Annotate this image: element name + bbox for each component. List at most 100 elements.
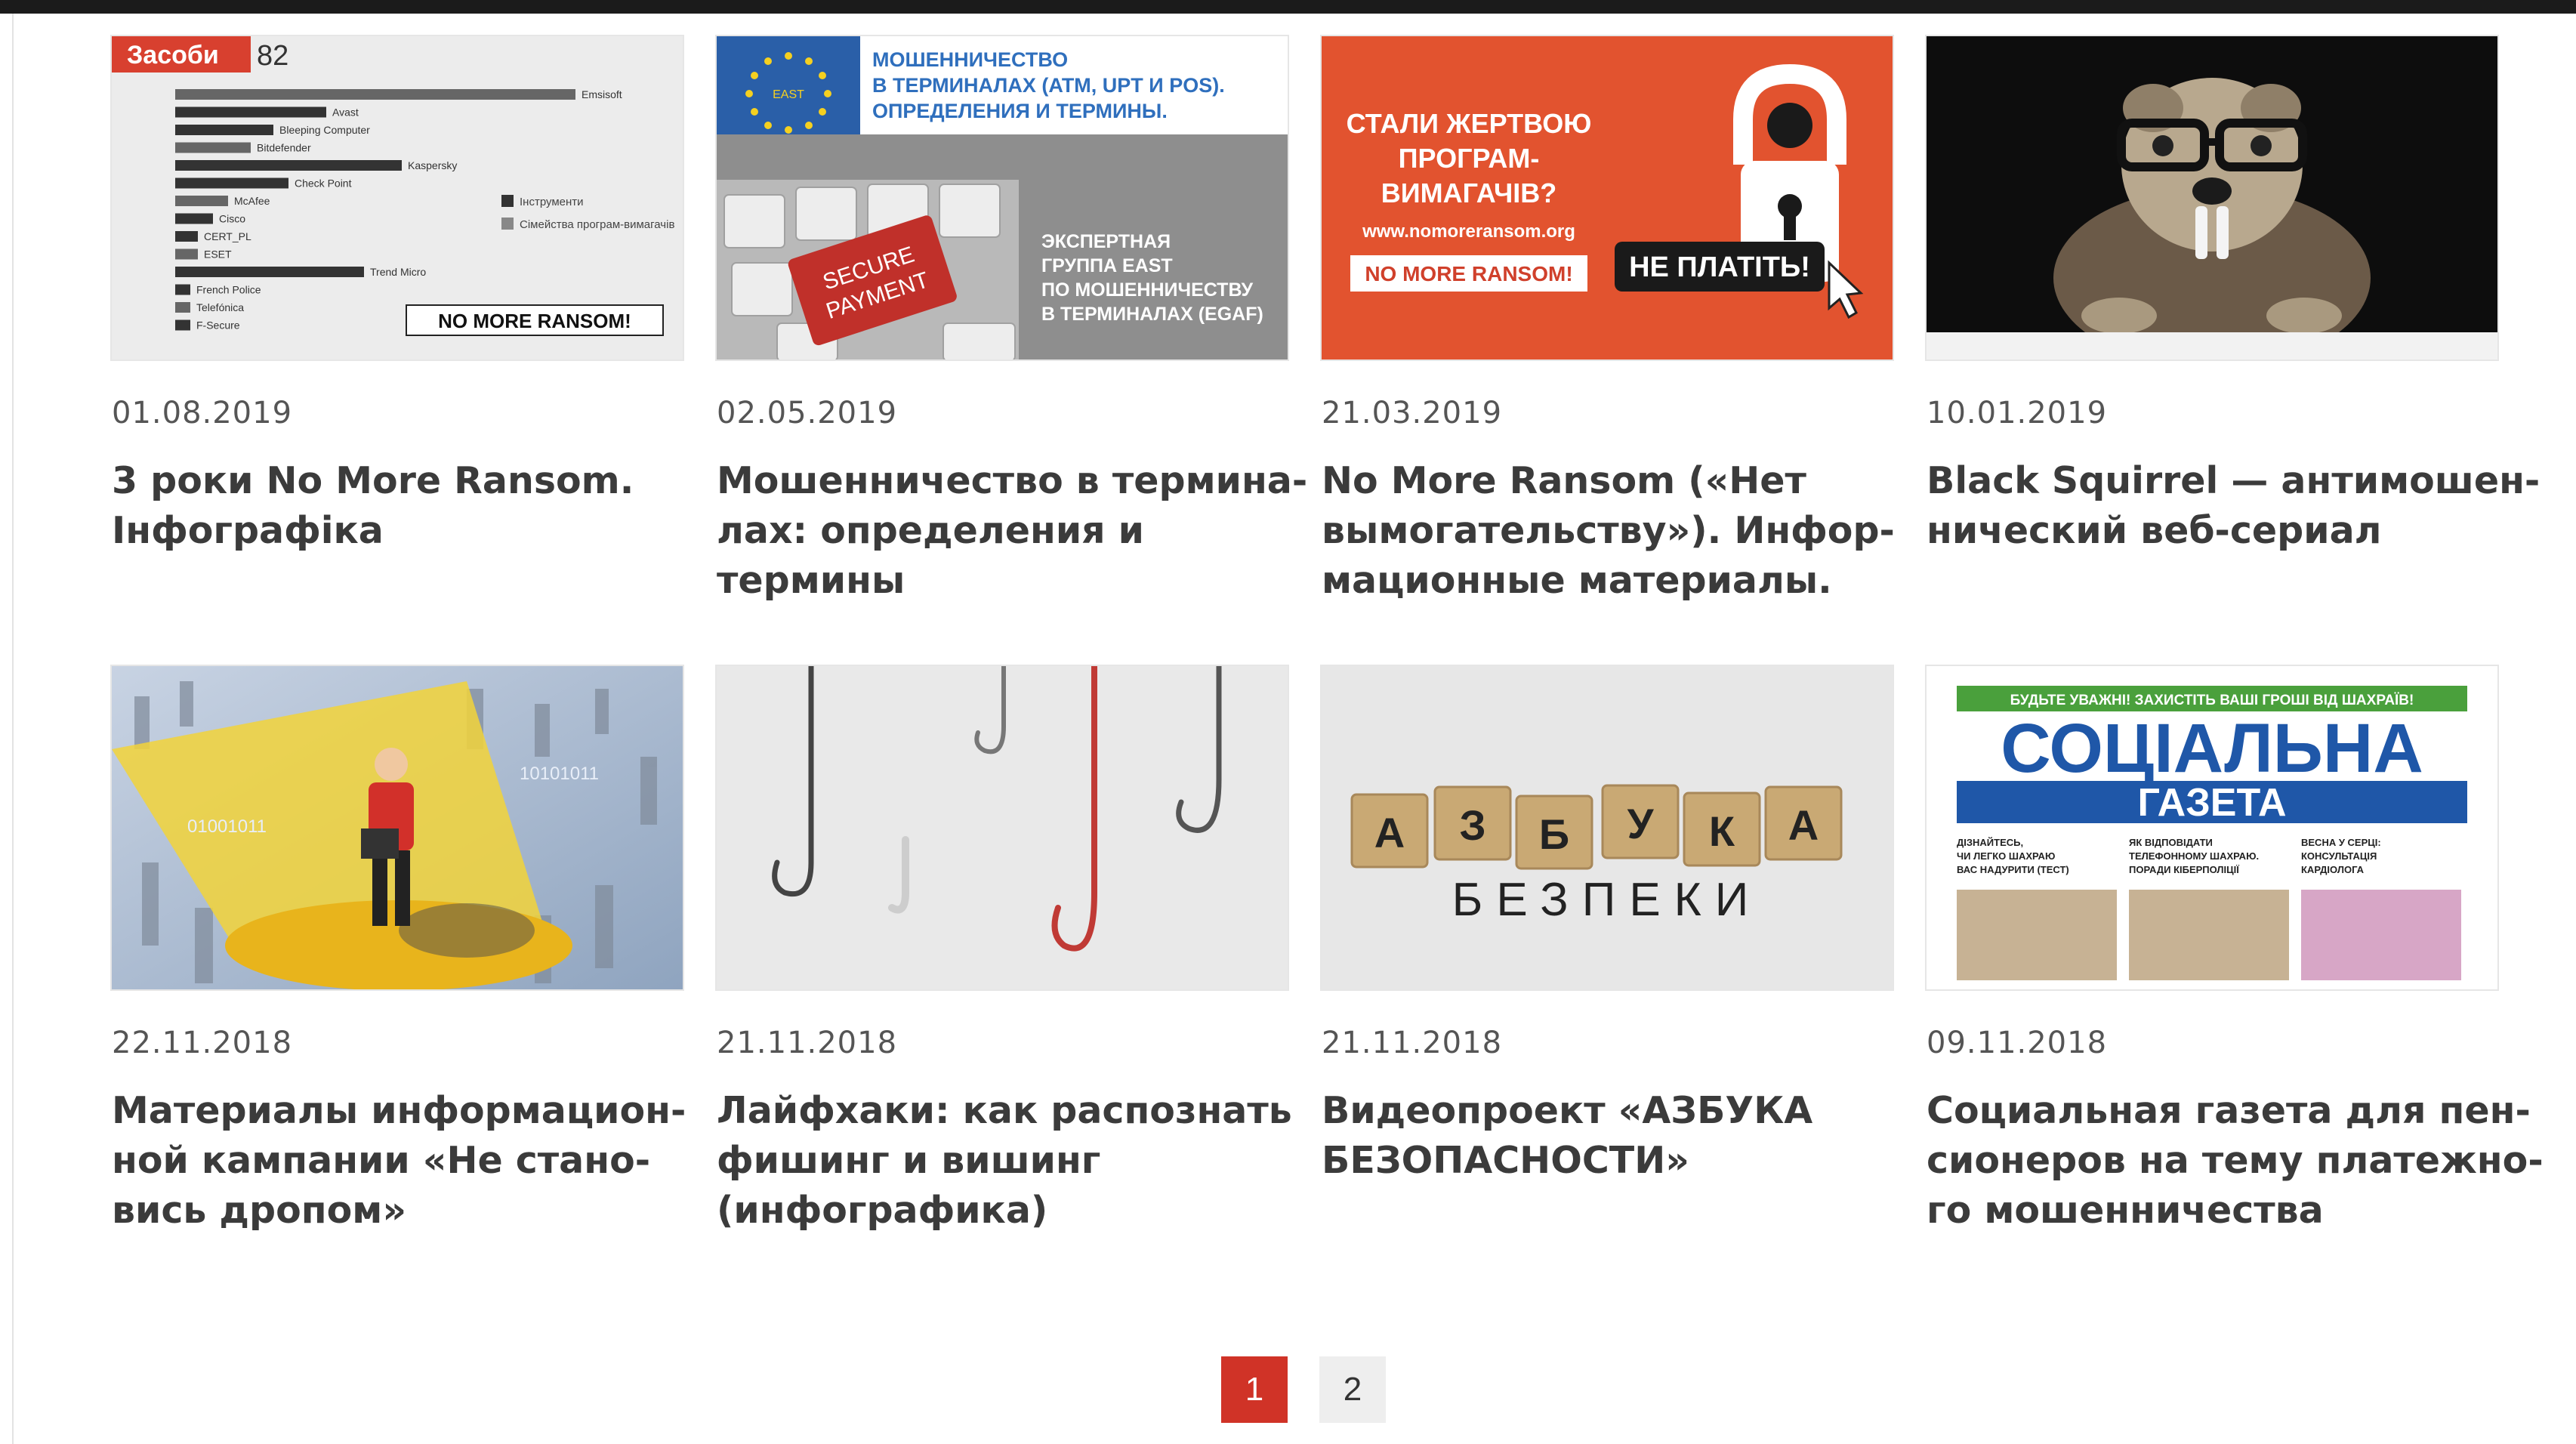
alphabet-block-letter: У <box>1627 800 1655 847</box>
svg-text:ГАЗЕТА: ГАЗЕТА <box>2137 781 2286 825</box>
card-thumbnail[interactable]: А З Б У К А БЕЗПЕКИ <box>1322 666 1893 989</box>
card-date: 21.11.2018 <box>717 1026 898 1060</box>
svg-text:ОПРЕДЕЛЕНИЯ И ТЕРМИНЫ.: ОПРЕДЕЛЕНИЯ И ТЕРМИНЫ. <box>872 100 1168 122</box>
no-more-ransom-logo: NO MORE RANSOM! <box>1365 262 1572 285</box>
page-2-button[interactable]: 2 <box>1319 1356 1386 1423</box>
card-date: 21.03.2019 <box>1322 396 1503 430</box>
card-date: 01.08.2019 <box>112 396 293 430</box>
svg-text:ГРУППА EAST: ГРУППА EAST <box>1041 255 1173 276</box>
infographic-row-label: French Police <box>196 284 261 296</box>
infographic-row-label: Check Point <box>295 177 352 190</box>
squirrel-puppet-image <box>1927 36 2497 359</box>
infographic-bar <box>175 142 251 153</box>
left-border <box>12 14 14 1444</box>
svg-text:Сімейства програм-вимагачів: Сімейства програм-вимагачів <box>520 218 674 231</box>
newspaper-column-text: ВАС НАДУРИТИ (ТЕСТ) <box>1957 864 2069 875</box>
infographic-bar <box>175 267 364 277</box>
infographic-row-label: CERT_PL <box>204 230 251 242</box>
newspaper-photo <box>2129 890 2289 980</box>
infographic-row-label: McAfee <box>234 195 270 207</box>
newspaper-column-text: ЧИ ЛЕГКО ШАХРАЮ <box>1957 850 2055 862</box>
infographic-row-label: Emsisoft <box>582 88 622 100</box>
card-title-link[interactable]: Материалы информацион- ной кампании «Не … <box>112 1086 686 1236</box>
svg-text:ПРОГРАМ-: ПРОГРАМ- <box>1399 143 1540 174</box>
infographic-row-label: F-Secure <box>196 319 240 332</box>
newspaper-masthead: СОЦІАЛЬНА <box>2001 710 2423 787</box>
ransomware-image: СТАЛИ ЖЕРТВОЮ ПРОГРАМ- ВИМАГАЧІВ? www.no… <box>1322 36 1893 359</box>
card-title-link[interactable]: No More Ransom («Нет вымогательству»). И… <box>1322 456 1896 606</box>
infographic-row-label: Avast <box>332 106 359 119</box>
fishing-hooks-image <box>717 666 1288 989</box>
card-date: 21.11.2018 <box>1322 1026 1503 1060</box>
top-border <box>0 0 2576 14</box>
page-1-button[interactable]: 1 <box>1221 1356 1288 1423</box>
infographic-row-label: Telefónica <box>196 301 244 313</box>
card-thumbnail[interactable] <box>717 666 1288 989</box>
card-date: 10.01.2019 <box>1927 396 2108 430</box>
card-title-link[interactable]: Black Squirrel — антимошен- нический веб… <box>1927 456 2540 556</box>
card-thumbnail[interactable]: Засоби 82 Emsisoft Avast Bleeping Computer… <box>112 36 683 359</box>
infographic-bar <box>175 89 575 100</box>
infographic-bar <box>175 213 213 224</box>
card-title-link[interactable]: Социальная газета для пен- сионеров на т… <box>1927 1086 2544 1236</box>
infographic-bar <box>175 319 190 331</box>
newspaper-column-text: ДІЗНАЙТЕСЬ, <box>1957 837 2023 848</box>
infographic-bar <box>175 125 273 135</box>
infographic-bar <box>175 284 190 295</box>
svg-text:МОШЕННИЧЕСТВО: МОШЕННИЧЕСТВО <box>872 48 1068 71</box>
tools-count: 82 <box>257 40 288 72</box>
infographic-bar <box>175 160 402 171</box>
alphabet-block-letter: К <box>1709 807 1735 855</box>
card-thumbnail[interactable]: 10101011 01001011 <box>112 666 683 989</box>
east-label: EAST <box>773 88 804 101</box>
card-title-link[interactable]: Мошенничество в термина- лах: определени… <box>717 456 1307 606</box>
card-date: 09.11.2018 <box>1927 1026 2108 1060</box>
infographic-bar <box>175 248 198 260</box>
infographic-row-label: Bleeping Computer <box>279 124 370 136</box>
svg-text:10101011: 10101011 <box>520 764 599 784</box>
security-word: БЕЗПЕКИ <box>1452 874 1763 926</box>
alphabet-block-letter: Б <box>1539 810 1569 858</box>
infographic-image: Засоби 82 Emsisoft Avast Bleeping Computer… <box>112 36 683 359</box>
svg-text:Інструменти: Інструменти <box>520 196 584 208</box>
svg-text:В ТЕРМИНАЛАХ (EGAF): В ТЕРМИНАЛАХ (EGAF) <box>1041 304 1263 325</box>
card-title-link[interactable]: Лайфхаки: как распознать фишинг и вишинг… <box>717 1086 1292 1236</box>
newspaper-column-text: КАРДІОЛОГА <box>2301 864 2365 875</box>
svg-text:01001011: 01001011 <box>187 816 267 837</box>
card-date: 02.05.2019 <box>717 396 898 430</box>
svg-text:ВИМАГАЧІВ?: ВИМАГАЧІВ? <box>1381 177 1557 208</box>
alphabet-block-letter: А <box>1788 801 1819 849</box>
card-thumbnail[interactable]: БУДЬТЕ УВАЖНІ! ЗАХИСТІТЬ ВАШІ ГРОШІ ВІД … <box>1927 666 2497 989</box>
infographic-bar <box>175 106 326 118</box>
newspaper-image: БУДЬТЕ УВАЖНІ! ЗАХИСТІТЬ ВАШІ ГРОШІ ВІД … <box>1927 666 2497 989</box>
dont-pay-badge: НЕ ПЛАТІТЬ! <box>1629 251 1810 283</box>
card-thumbnail[interactable] <box>1927 36 2497 359</box>
infographic-bar <box>175 196 228 206</box>
infographic-row-label: Bitdefender <box>257 142 311 154</box>
card-title-link[interactable]: 3 роки No More Ransom. Інфографіка <box>112 456 686 556</box>
newspaper-column-text: ТЕЛЕФОННОМУ ШАХРАЮ. <box>2129 850 2259 862</box>
spotlight-crowd-image: 10101011 01001011 <box>112 666 683 989</box>
svg-text:СТАЛИ ЖЕРТВОЮ: СТАЛИ ЖЕРТВОЮ <box>1347 108 1592 139</box>
card-thumbnail[interactable]: СТАЛИ ЖЕРТВОЮ ПРОГРАМ- ВИМАГАЧІВ? www.no… <box>1322 36 1893 359</box>
svg-text:В ТЕРМИНАЛАХ (ATM, UPT И POS).: В ТЕРМИНАЛАХ (ATM, UPT И POS). <box>872 74 1225 97</box>
svg-text:БУДЬТЕ УВАЖНІ! ЗАХИСТІТЬ ВАШІ: БУДЬТЕ УВАЖНІ! ЗАХИСТІТЬ ВАШІ ГРОШІ ВІД … <box>2010 693 2414 708</box>
newspaper-column-text: ПОРАДИ КІБЕРПОЛІЦІЇ <box>2129 864 2239 875</box>
svg-text:ПО МОШЕННИЧЕСТВУ: ПО МОШЕННИЧЕСТВУ <box>1041 279 1254 301</box>
alphabet-blocks-image: А З Б У К А БЕЗПЕКИ <box>1322 666 1893 989</box>
url-text: www.nomoreransom.org <box>1362 221 1575 242</box>
infographic-row-label: Trend Micro <box>370 266 426 278</box>
infographic-bar <box>175 302 190 313</box>
newspaper-column-text: ВЕСНА У СЕРЦІ: <box>2301 837 2381 848</box>
newspaper-photo <box>1957 890 2117 980</box>
card-title-link[interactable]: Видеопроект «АЗБУКА БЕЗОПАСНОСТИ» <box>1322 1086 1896 1186</box>
infographic-row-label: ESET <box>204 248 232 261</box>
card-date: 22.11.2018 <box>112 1026 293 1060</box>
infographic-bar <box>175 177 288 189</box>
no-more-ransom-logo: NO MORE RANSOM! <box>438 310 631 332</box>
alphabet-block-letter: З <box>1459 801 1485 849</box>
newspaper-column-text: КОНСУЛЬТАЦІЯ <box>2301 850 2377 862</box>
card-thumbnail[interactable]: EAST МОШЕННИЧЕСТВО В ТЕРМИНАЛАХ (ATM, UP… <box>717 36 1288 359</box>
infographic-bar <box>175 231 198 242</box>
tools-tag: Засоби <box>127 41 219 69</box>
